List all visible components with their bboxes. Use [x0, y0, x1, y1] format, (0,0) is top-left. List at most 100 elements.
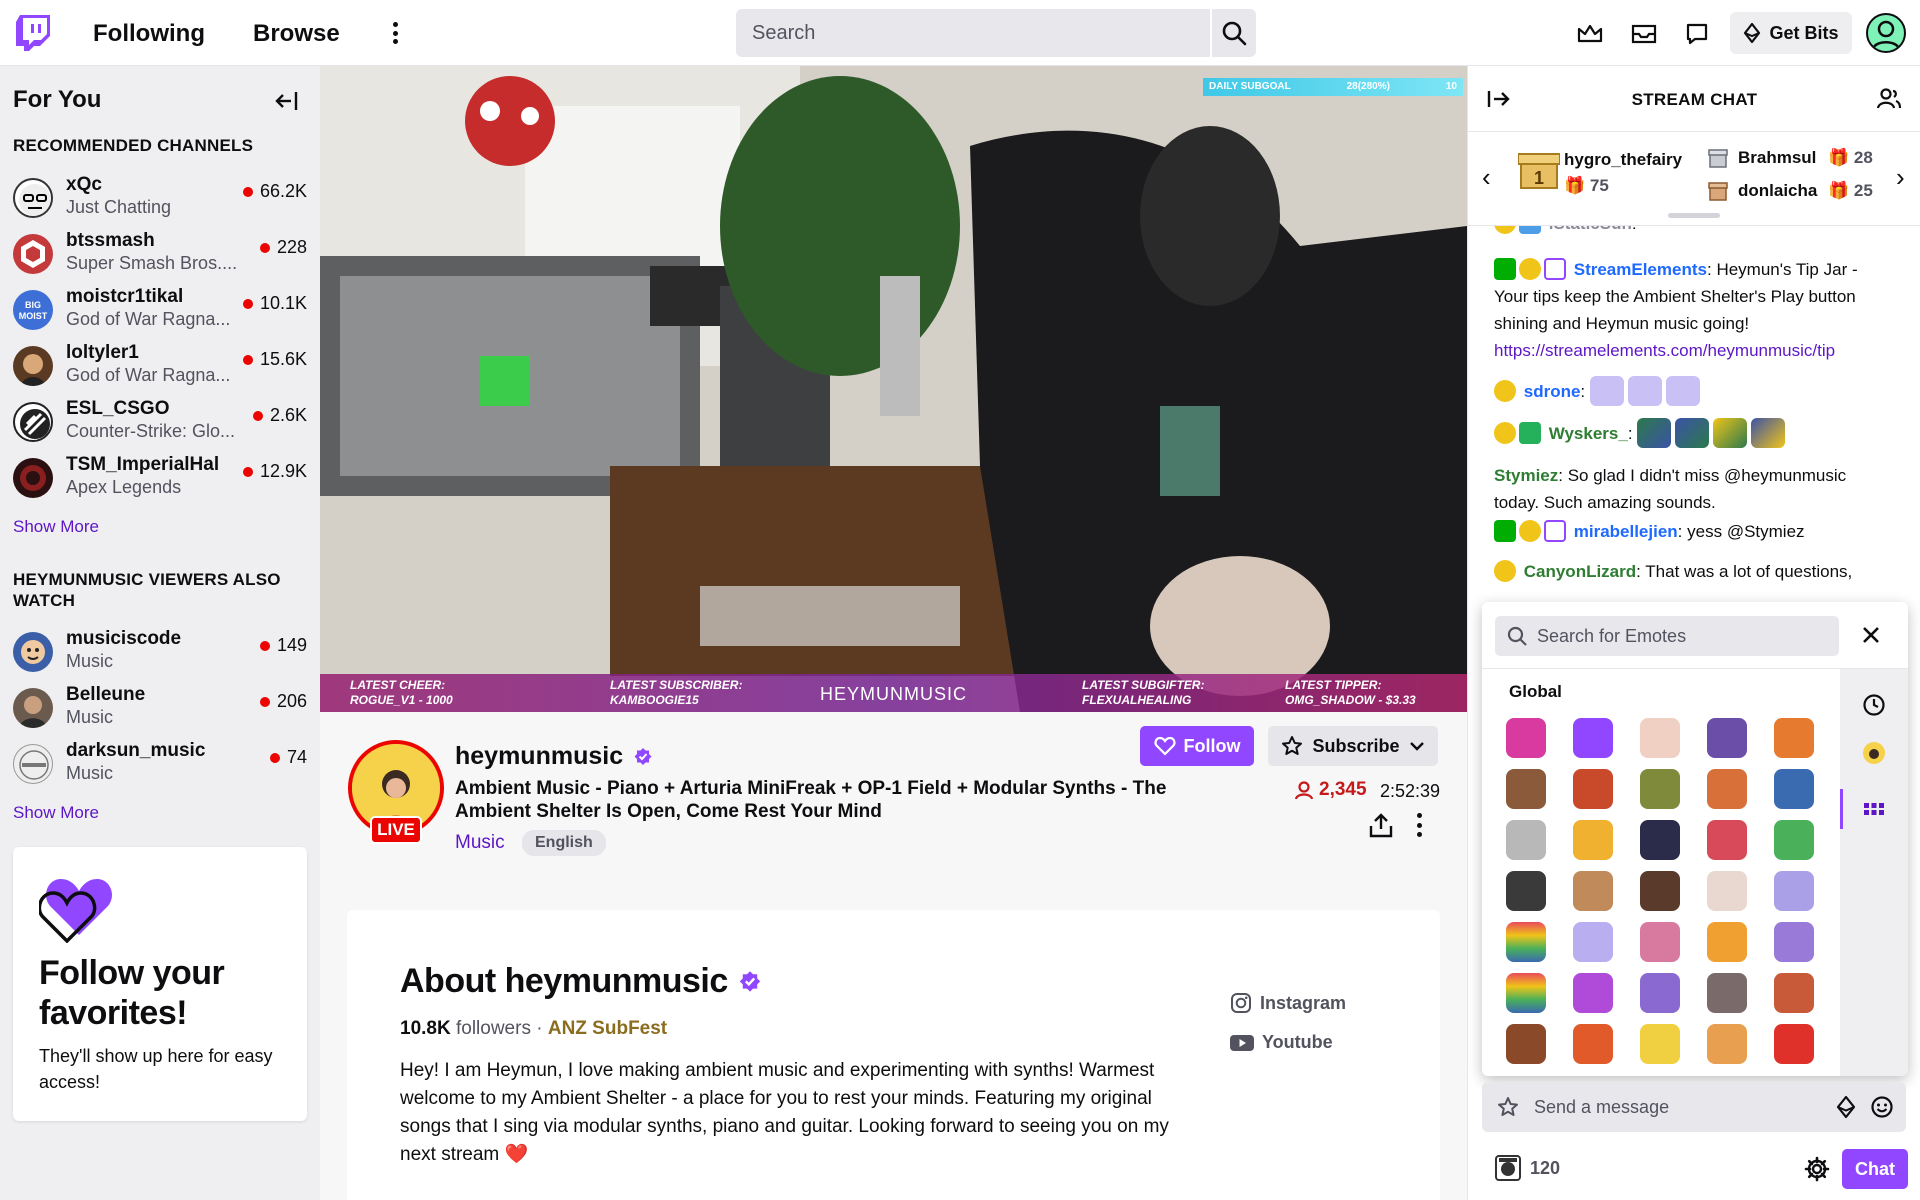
heart-emote-icon[interactable] [1637, 418, 1672, 448]
emote-item[interactable] [1774, 973, 1814, 1013]
top-gifter-2-name[interactable]: Brahmsul [1738, 148, 1816, 168]
youtube-link[interactable]: Youtube [1230, 1032, 1333, 1053]
top-gifter-3-name[interactable]: donlaicha [1738, 181, 1817, 201]
channel-points-star-icon[interactable] [1496, 1095, 1520, 1119]
show-more-also-watch-link[interactable]: Show More [13, 803, 99, 823]
emote-search-input[interactable] [1495, 616, 1839, 656]
share-icon[interactable] [1368, 812, 1394, 840]
sidebar-channel-musiciscode[interactable]: musiciscode Music 149 [0, 624, 320, 680]
sidebar-channel-esl-csgo[interactable]: ESL_CSGO Counter-Strike: Glo... 2.6K [0, 394, 320, 450]
emote-item[interactable] [1640, 871, 1680, 911]
global-emotes-grid-icon[interactable] [1862, 797, 1886, 821]
emote-item[interactable] [1573, 820, 1613, 860]
emote-item[interactable] [1573, 922, 1613, 962]
subscribe-button[interactable]: Subscribe [1268, 726, 1438, 766]
sidebar-channel-btssmash[interactable]: btssmash Super Smash Bros.... 228 [0, 226, 320, 282]
emote-item[interactable] [1573, 769, 1613, 809]
emote-item[interactable] [1774, 871, 1814, 911]
more-menu-icon[interactable] [384, 18, 406, 48]
emote-item[interactable] [1506, 718, 1546, 758]
emote-item[interactable] [1640, 820, 1680, 860]
heart-emote-icon[interactable] [1713, 418, 1748, 448]
heart-hands-emote-icon[interactable] [1589, 376, 1624, 406]
gear-icon[interactable] [1804, 1156, 1830, 1182]
nav-following-link[interactable]: Following [93, 20, 205, 48]
emote-item[interactable] [1774, 1024, 1814, 1064]
chevron-left-icon[interactable]: ‹ [1482, 162, 1491, 193]
community-icon[interactable] [1876, 86, 1902, 112]
clock-icon[interactable] [1862, 693, 1886, 717]
whispers-icon[interactable] [1681, 18, 1713, 50]
chat-username[interactable]: sdrone [1524, 382, 1581, 401]
heart-hands-emote-icon[interactable] [1665, 376, 1700, 406]
inbox-icon[interactable] [1628, 18, 1660, 50]
stream-category-link[interactable]: Music [455, 832, 505, 854]
sidebar-channel-xqc[interactable]: xQc Just Chatting 66.2K [0, 170, 320, 226]
emote-item[interactable] [1640, 1024, 1680, 1064]
chat-username[interactable]: CanyonLizard [1524, 562, 1636, 581]
emote-item[interactable] [1707, 922, 1747, 962]
emote-item[interactable] [1640, 922, 1680, 962]
emote-item[interactable] [1506, 922, 1546, 962]
emote-smiley-icon[interactable] [1870, 1095, 1894, 1119]
team-link[interactable]: ANZ SubFest [548, 1018, 667, 1039]
chevron-right-icon[interactable]: › [1896, 162, 1905, 193]
emote-item[interactable] [1640, 718, 1680, 758]
language-tag[interactable]: English [522, 830, 606, 856]
chat-username[interactable]: mirabellejien [1574, 522, 1678, 541]
emote-item[interactable] [1506, 871, 1546, 911]
collapse-sidebar-icon[interactable] [274, 88, 300, 114]
chat-message-input[interactable] [1534, 1082, 1834, 1132]
sidebar-channel-belleune[interactable]: Belleune Music 206 [0, 680, 320, 736]
follow-button[interactable]: Follow [1140, 726, 1254, 766]
emote-item[interactable] [1774, 769, 1814, 809]
streamer-name[interactable]: heymunmusic [455, 742, 623, 771]
chat-link[interactable]: https://streamelements.com/heymunmusic/t… [1494, 341, 1835, 360]
emote-item[interactable] [1573, 871, 1613, 911]
get-bits-button[interactable]: Get Bits [1730, 12, 1852, 54]
emote-item[interactable] [1707, 871, 1747, 911]
emote-item[interactable] [1707, 769, 1747, 809]
emote-item[interactable] [1573, 1024, 1613, 1064]
top-gifter-1-name[interactable]: hygro_thefairy [1564, 150, 1682, 170]
sidebar-channel-tsm-imperialhal[interactable]: TSM_ImperialHal Apex Legends 12.9K [0, 450, 320, 506]
heart-emote-icon[interactable] [1751, 418, 1786, 448]
chat-username[interactable]: Stymiez [1494, 466, 1558, 485]
emote-item[interactable] [1640, 973, 1680, 1013]
chat-username[interactable]: StreamElements [1574, 260, 1707, 279]
emote-item[interactable] [1506, 820, 1546, 860]
chat-username[interactable]: Wyskers_ [1549, 424, 1628, 443]
heart-hands-emote-icon[interactable] [1627, 376, 1662, 406]
heart-emote-icon[interactable] [1675, 418, 1710, 448]
emote-item[interactable] [1573, 718, 1613, 758]
twitch-logo-icon[interactable] [16, 15, 50, 51]
instagram-link[interactable]: Instagram [1230, 992, 1346, 1014]
search-button[interactable] [1212, 9, 1256, 57]
sidebar-channel-loltyler1[interactable]: loltyler1 God of War Ragna... 15.6K [0, 338, 320, 394]
sidebar-channel-darksun-music[interactable]: darksun_music Music 74 [0, 736, 320, 792]
emote-item[interactable] [1774, 922, 1814, 962]
emote-item[interactable] [1774, 820, 1814, 860]
video-player[interactable]: DAILY SUBGOAL 28(280%) 10 LATEST CHEER: … [320, 66, 1467, 712]
more-options-icon[interactable] [1414, 813, 1424, 837]
emote-item[interactable] [1707, 973, 1747, 1013]
nav-browse-link[interactable]: Browse [253, 20, 340, 48]
emote-item[interactable] [1506, 769, 1546, 809]
emote-item[interactable] [1707, 718, 1747, 758]
sidebar-channel-moistcr1tikal[interactable]: BIG MOIST moistcr1tikal God of War Ragna.… [0, 282, 320, 338]
prime-crown-icon[interactable] [1574, 18, 1606, 50]
emote-item[interactable] [1707, 1024, 1747, 1064]
emote-item[interactable] [1506, 973, 1546, 1013]
emote-item[interactable] [1506, 1024, 1546, 1064]
chat-username[interactable]: iStaticSun [1549, 226, 1632, 233]
emote-item[interactable] [1707, 820, 1747, 860]
bits-icon[interactable] [1834, 1095, 1858, 1119]
emote-item[interactable] [1774, 718, 1814, 758]
close-icon[interactable] [1860, 624, 1882, 646]
chat-send-button[interactable]: Chat [1842, 1149, 1908, 1189]
channel-points[interactable]: 120 [1494, 1154, 1560, 1182]
search-input[interactable] [736, 9, 1210, 57]
user-avatar[interactable] [1866, 13, 1906, 53]
emote-item[interactable] [1573, 973, 1613, 1013]
show-more-recommended-link[interactable]: Show More [13, 517, 99, 537]
